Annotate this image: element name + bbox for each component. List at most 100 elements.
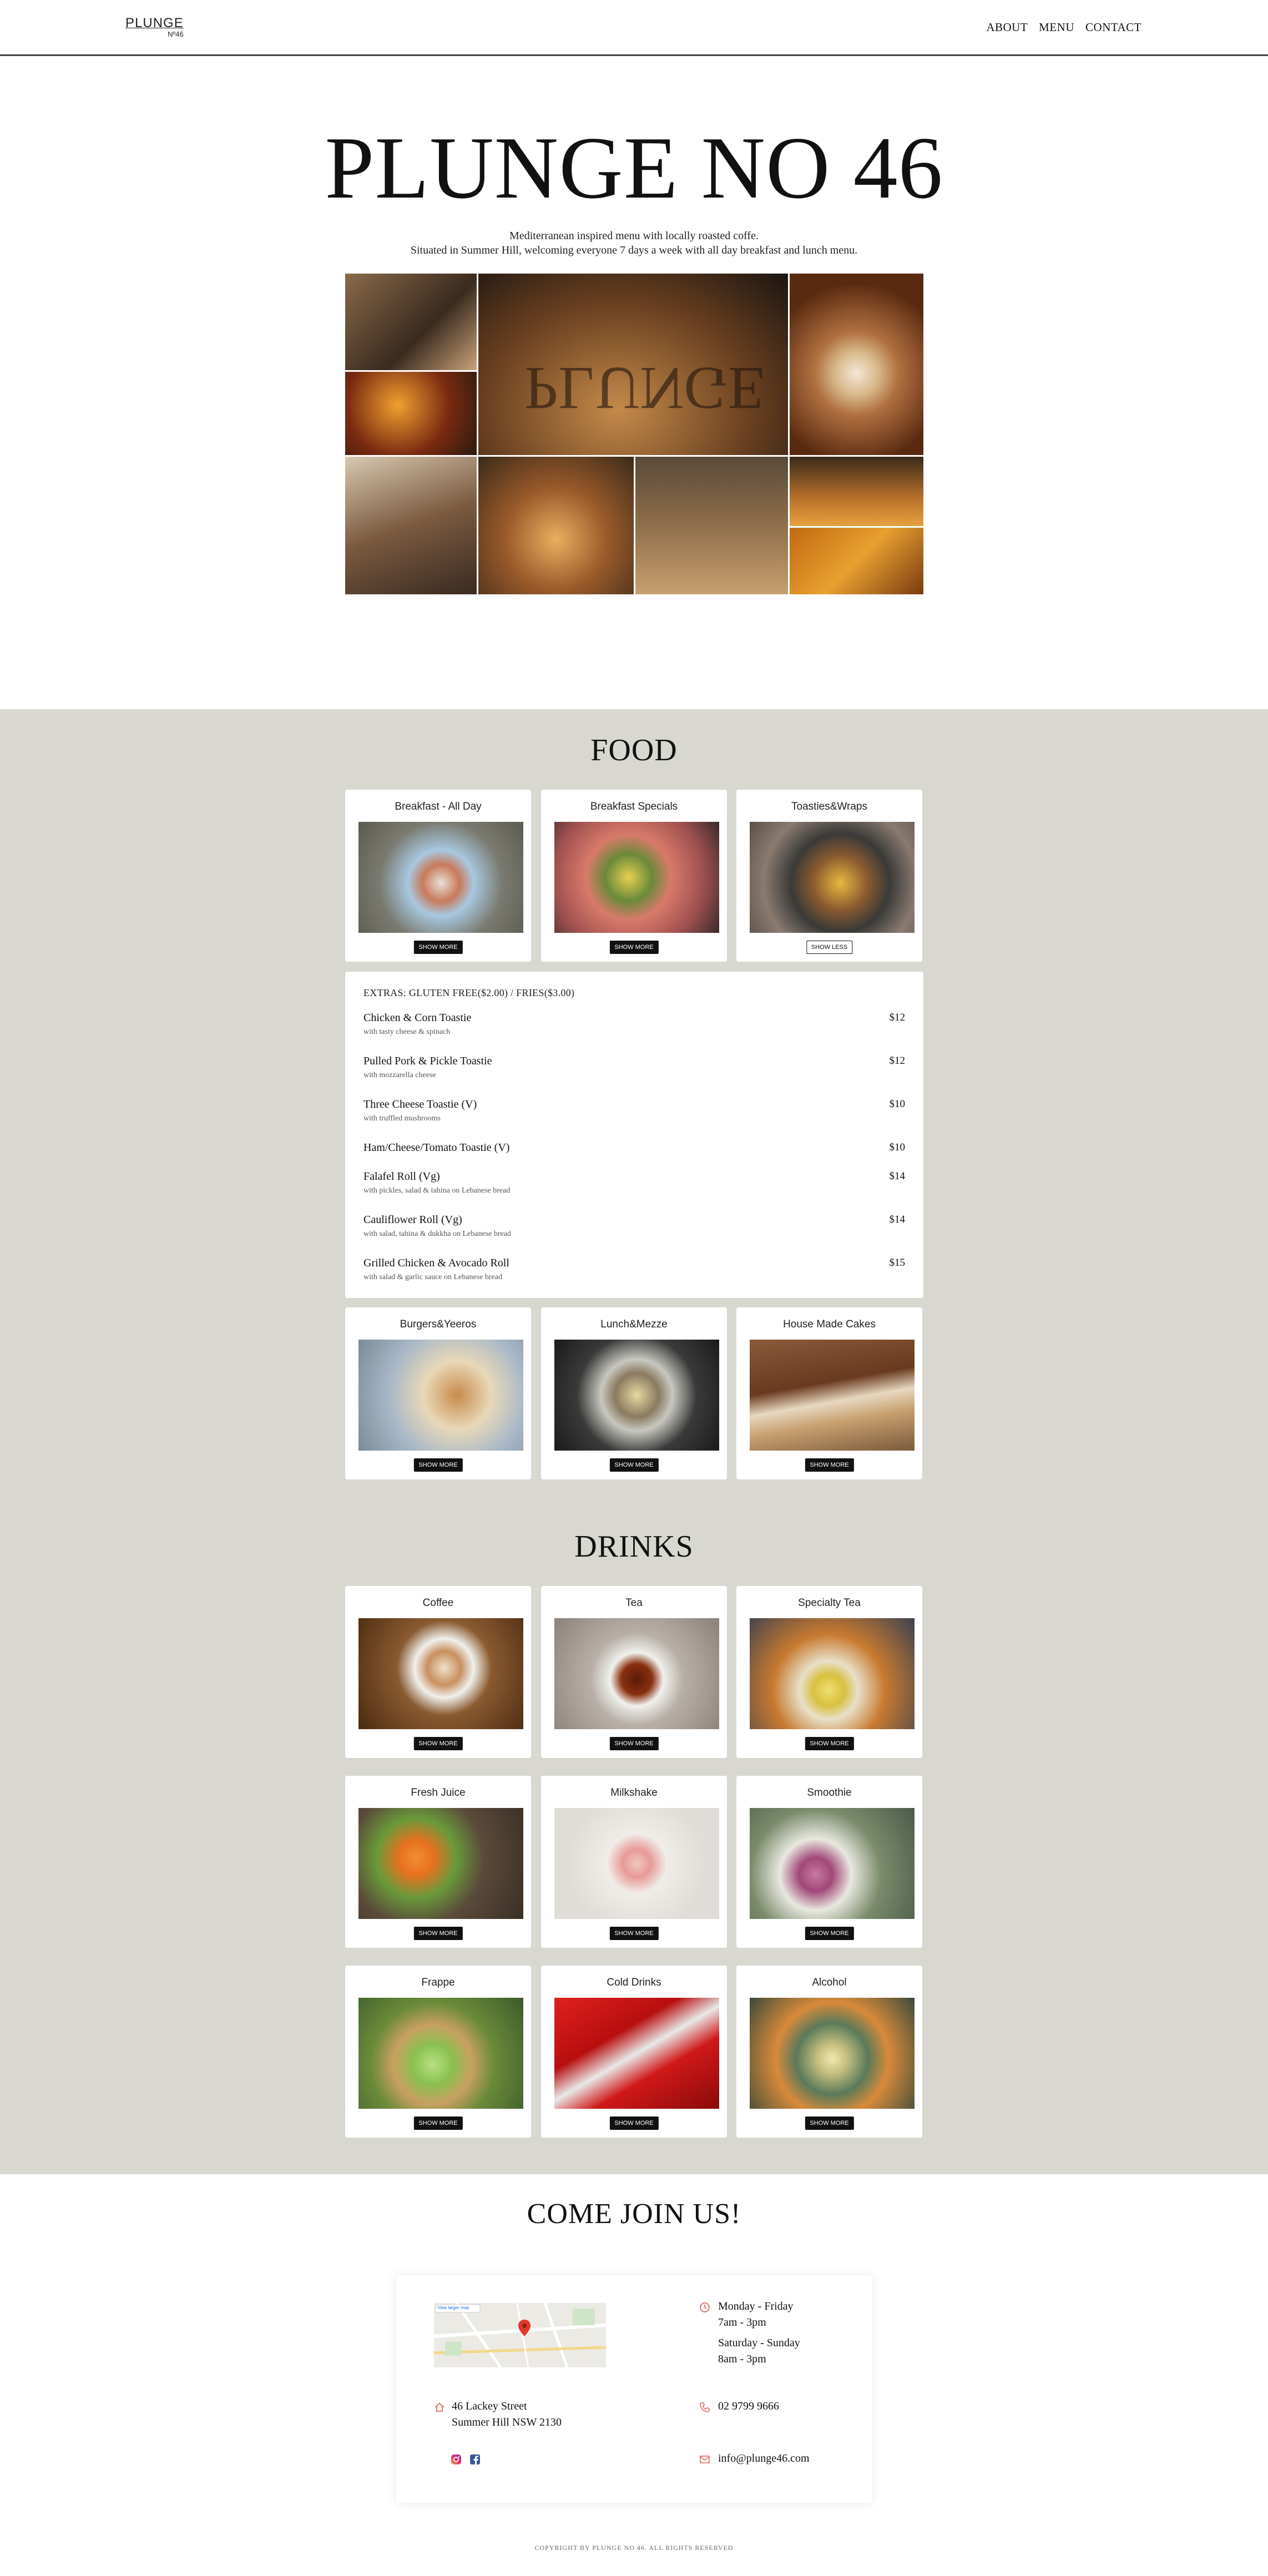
card-title: Milkshake <box>610 1787 658 1799</box>
item-price: $14 <box>889 1170 906 1182</box>
menu-item: Pulled Pork & Pickle Toastie with mozzar… <box>363 1055 905 1080</box>
address-line-2: Summer Hill NSW 2130 <box>452 2416 562 2428</box>
food-card-toasties-wraps: Toasties&Wraps SHOW LESS <box>736 790 922 962</box>
card-image <box>554 1618 719 1729</box>
card-title: Specialty Tea <box>798 1597 861 1609</box>
show-more-button[interactable]: SHOW MORE <box>609 1927 659 1940</box>
card-image <box>554 822 719 933</box>
card-title: Breakfast - All Day <box>395 801 482 812</box>
show-more-button[interactable]: SHOW MORE <box>805 1927 854 1940</box>
item-price: $10 <box>889 1141 906 1153</box>
show-more-button[interactable]: SHOW MORE <box>413 1927 463 1940</box>
card-image <box>358 1340 523 1451</box>
nav-link-menu[interactable]: MENU <box>1039 21 1074 34</box>
join-title: COME JOIN US! <box>527 2198 741 2230</box>
item-price: $14 <box>889 1214 906 1225</box>
location-map[interactable]: View larger map <box>434 2303 606 2367</box>
card-title: Coffee <box>422 1597 454 1609</box>
show-more-button[interactable]: SHOW MORE <box>609 941 659 954</box>
collage-photo-barista <box>345 274 477 370</box>
mail-icon <box>700 2456 710 2463</box>
item-name: Grilled Chicken & Avocado Roll <box>363 1257 509 1269</box>
card-image <box>358 1808 523 1919</box>
drink-card-cold-drinks: Cold Drinks SHOW MORE <box>541 1966 727 2138</box>
address: 46 Lackey Street Summer Hill NSW 2130 <box>452 2398 562 2431</box>
card-image <box>358 1618 523 1729</box>
phone-icon <box>700 2402 710 2412</box>
item-desc: with mozzarella cheese <box>363 1071 436 1079</box>
card-title: Breakfast Specials <box>590 801 678 812</box>
item-name: Three Cheese Toastie (V) <box>363 1098 477 1110</box>
map-larger-link[interactable]: View larger map <box>437 2305 469 2310</box>
map-pin-icon <box>518 2320 531 2336</box>
card-title: Cold Drinks <box>607 1977 661 1988</box>
drink-card-coffee: Coffee SHOW MORE <box>345 1586 531 1758</box>
home-icon <box>435 2402 444 2412</box>
card-image <box>750 822 915 933</box>
logo-wordmark: PLUNGE <box>125 16 184 31</box>
show-more-button[interactable]: SHOW MORE <box>805 2117 854 2130</box>
item-price: $10 <box>889 1098 906 1110</box>
nav-link-contact[interactable]: CONTACT <box>1085 21 1141 34</box>
card-image <box>554 1808 719 1919</box>
item-desc: with tasty cheese & spinach <box>363 1028 451 1036</box>
hero-tagline-2: Situated in Summer Hill, welcoming every… <box>410 244 858 256</box>
hours-weekend: Saturday - Sunday 8am - 3pm <box>718 2335 800 2367</box>
show-more-button[interactable]: SHOW MORE <box>413 941 463 954</box>
card-image <box>554 1998 719 2109</box>
top-navbar: PLUNGE Nº46 ABOUT MENU CONTACT <box>0 0 1268 56</box>
drink-card-smoothie: Smoothie SHOW MORE <box>736 1776 922 1948</box>
card-title: Alcohol <box>812 1977 847 1988</box>
card-image <box>750 1340 915 1451</box>
show-more-button[interactable]: SHOW MORE <box>413 1737 463 1750</box>
item-desc: with truffled mushrooms <box>363 1114 441 1123</box>
collage-photo-burger <box>478 457 634 594</box>
item-price: $15 <box>889 1257 906 1269</box>
card-image <box>750 1618 915 1729</box>
item-price: $12 <box>889 1012 906 1023</box>
drink-card-tea: Tea SHOW MORE <box>541 1586 727 1758</box>
card-image <box>750 1998 915 2109</box>
menu-item: Ham/Cheese/Tomato Toastie (V) $10 <box>363 1141 905 1154</box>
card-image <box>750 1808 915 1919</box>
item-price: $12 <box>889 1055 906 1067</box>
menu-item: Chicken & Corn Toastie with tasty cheese… <box>363 1012 905 1037</box>
card-image <box>358 822 523 933</box>
site-logo[interactable]: PLUNGE Nº46 <box>125 16 184 38</box>
hours-weekend-time: 8am - 3pm <box>718 2353 766 2365</box>
collage-photo-chairs <box>345 457 477 594</box>
menu-item: Grilled Chicken & Avocado Roll with sala… <box>363 1257 905 1282</box>
show-more-button[interactable]: SHOW MORE <box>805 1458 854 1472</box>
phone-number[interactable]: 02 9799 9666 <box>718 2398 779 2415</box>
show-more-button[interactable]: SHOW MORE <box>609 2117 659 2130</box>
show-more-button[interactable]: SHOW MORE <box>609 1458 659 1472</box>
hours-weekday-time: 7am - 3pm <box>718 2316 766 2328</box>
instagram-icon[interactable] <box>451 2454 462 2465</box>
food-title: FOOD <box>590 733 678 767</box>
hours-weekend-days: Saturday - Sunday <box>718 2337 800 2349</box>
item-name: Chicken & Corn Toastie <box>363 1012 472 1024</box>
menu-item: Three Cheese Toastie (V) with truffled m… <box>363 1098 905 1123</box>
nav-link-about[interactable]: ABOUT <box>986 21 1028 34</box>
table-logo-svg: PLUNGE <box>524 355 765 422</box>
food-card-house-cakes: House Made Cakes SHOW MORE <box>736 1307 922 1479</box>
drink-card-fresh-juice: Fresh Juice SHOW MORE <box>345 1776 531 1948</box>
drink-card-milkshake: Milkshake SHOW MORE <box>541 1776 727 1948</box>
show-more-button[interactable]: SHOW MORE <box>805 1737 854 1750</box>
email-address[interactable]: info@plunge46.com <box>718 2451 810 2467</box>
photo-collage: PLUNGE <box>345 274 923 594</box>
show-more-button[interactable]: SHOW MORE <box>413 1458 463 1472</box>
address-line-1: 46 Lackey Street <box>452 2400 527 2412</box>
card-title: Fresh Juice <box>411 1787 466 1799</box>
card-title: Frappe <box>421 1977 455 1988</box>
collage-photo-round-table <box>635 457 788 594</box>
drinks-title: DRINKS <box>574 1529 694 1564</box>
show-more-button[interactable]: SHOW MORE <box>413 2117 463 2130</box>
item-desc: with pickles, salad & tahina on Lebanese… <box>363 1186 511 1195</box>
facebook-icon[interactable] <box>469 2454 481 2465</box>
logo-number: Nº46 <box>168 30 184 38</box>
item-desc: with salad, tahina & dukkha on Lebanese … <box>363 1230 511 1238</box>
show-less-button[interactable]: SHOW LESS <box>806 941 853 954</box>
show-more-button[interactable]: SHOW MORE <box>609 1737 659 1750</box>
collage-photo-coffee-beans <box>790 528 923 594</box>
